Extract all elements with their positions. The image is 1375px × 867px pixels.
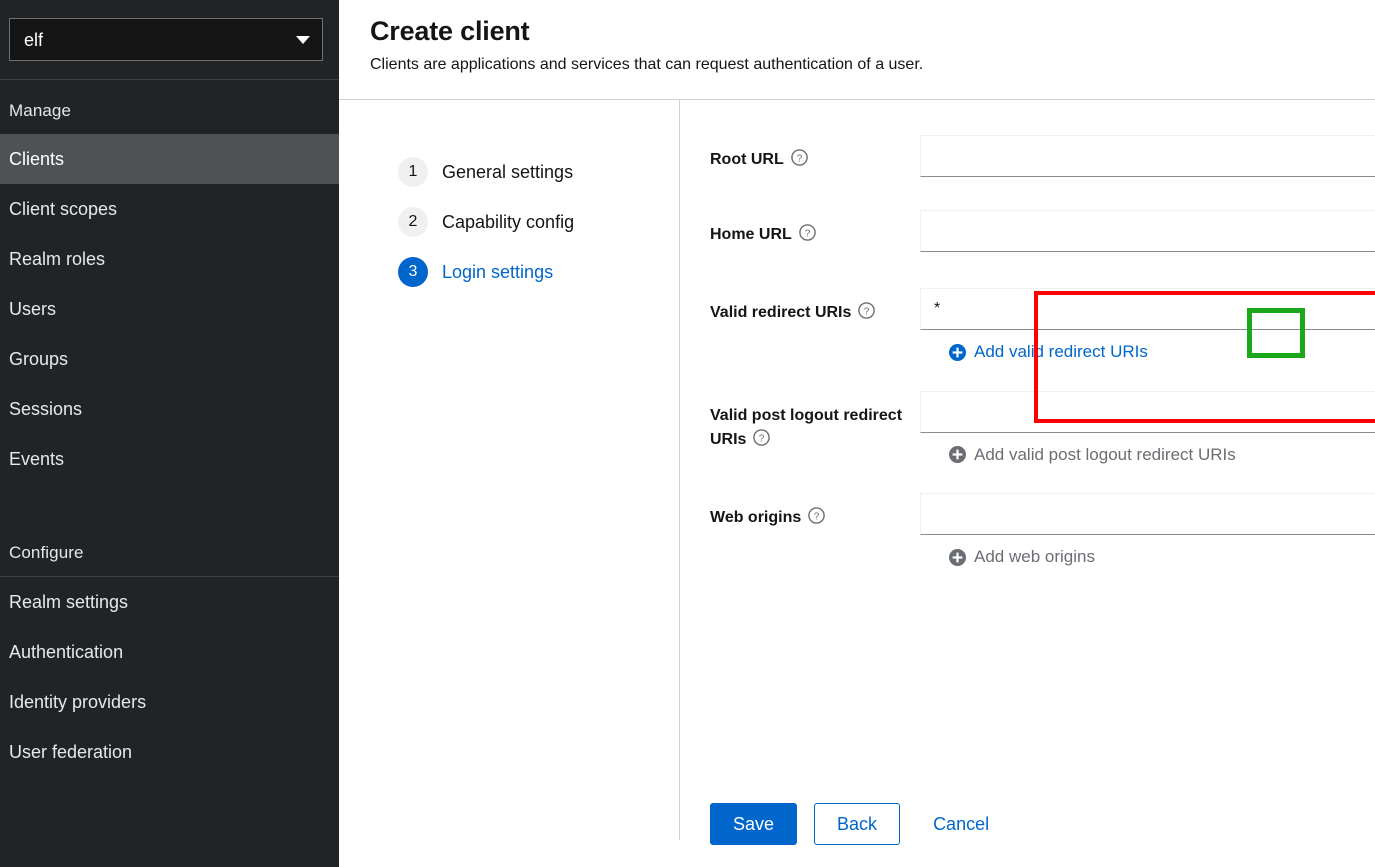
sidebar-item-groups[interactable]: Groups (0, 334, 339, 384)
help-circle-icon[interactable]: ? (798, 224, 816, 241)
sidebar-item-sessions[interactable]: Sessions (0, 384, 339, 434)
step-number: 2 (398, 207, 428, 237)
form-label-cell: Home URL? (710, 210, 920, 252)
plus-circle-icon (949, 548, 966, 566)
form-label-cell: Web origins? (710, 493, 920, 571)
form-row-root-url: Root URL? (680, 135, 1375, 177)
sidebar-item-identity-providers[interactable]: Identity providers (0, 677, 339, 727)
form-field-cell (920, 210, 1375, 252)
sidebar-item-label: Sessions (9, 398, 83, 419)
sidebar-item-label: Events (9, 448, 65, 469)
login-settings-form: Root URL? Home URL? Valid redirect URIs … (680, 100, 1375, 867)
form-label-cell: Root URL? (710, 135, 920, 177)
step-label: Capability config (442, 211, 575, 232)
back-button[interactable]: Back (814, 803, 901, 845)
sidebar-item-label: Clients (9, 148, 65, 169)
sidebar-item-users[interactable]: Users (0, 284, 339, 334)
add-link-label: Add valid redirect URIs (974, 342, 1148, 361)
home-url-label: Home URL (710, 226, 792, 243)
wizard-step-general-settings[interactable]: 1 General settings (339, 147, 679, 197)
sidebar-item-label: Users (9, 298, 57, 319)
sidebar-item-authentication[interactable]: Authentication (0, 627, 339, 677)
create-client-wizard: 1 General settings 2 Capability config 3… (339, 100, 1375, 867)
sidebar-item-user-federation[interactable]: User federation (0, 727, 339, 777)
help-circle-icon[interactable]: ? (790, 149, 808, 166)
sidebar-item-realm-settings[interactable]: Realm settings (0, 577, 339, 627)
sidebar-group-title-configure: Configure (9, 543, 84, 562)
help-circle-icon[interactable]: ? (753, 429, 771, 447)
realm-selector-wrap: elf (0, 0, 339, 61)
valid-redirect-uris-label: Valid redirect URIs (710, 304, 852, 321)
svg-text:?: ? (796, 153, 802, 164)
realm-selector[interactable]: elf (9, 18, 323, 61)
svg-text:?: ? (805, 228, 811, 239)
cancel-button[interactable]: Cancel (923, 803, 999, 845)
sidebar-item-label: Realm roles (9, 248, 106, 269)
plus-circle-icon (949, 343, 966, 361)
add-web-origins-button[interactable]: Add web origins (949, 547, 1095, 567)
form-field-cell: Add valid post logout redirect URIs (920, 390, 1375, 469)
realm-selector-value: elf (24, 29, 44, 50)
main-content: Create client Clients are applications a… (339, 0, 1375, 867)
step-label: Login settings (442, 261, 554, 282)
form-label-cell: Valid post logout redirect URIs? (710, 391, 920, 469)
svg-text:?: ? (864, 306, 870, 317)
sidebar-item-label: User federation (9, 741, 133, 762)
plus-circle-icon (949, 446, 966, 463)
save-button[interactable]: Save (710, 803, 798, 845)
page-title: Create client (370, 16, 530, 46)
web-origins-input[interactable] (920, 493, 1375, 535)
add-valid-post-logout-redirect-uris-button[interactable]: Add valid post logout redirect URIs (949, 445, 1236, 465)
root-url-label: Root URL (710, 151, 784, 168)
sidebar-item-label: Authentication (9, 641, 124, 662)
form-label-cell: Valid redirect URIs? (710, 288, 920, 366)
home-url-input[interactable] (920, 210, 1375, 252)
app-root: elf Manage Clients Client scopes Realm r… (0, 0, 1375, 867)
sidebar-item-label: Groups (9, 348, 69, 369)
form-row-web-origins: Web origins? Add web origins (680, 493, 1375, 571)
sidebar-item-events[interactable]: Events (0, 434, 339, 484)
form-row-valid-redirect-uris: Valid redirect URIs? Add valid redirect … (680, 288, 1375, 366)
valid-post-logout-redirect-uris-label: Valid post logout redirect URIs (710, 406, 903, 449)
sidebar: elf Manage Clients Client scopes Realm r… (0, 0, 339, 867)
valid-post-logout-redirect-uris-input[interactable] (920, 390, 1375, 433)
form-row-home-url: Home URL? (680, 210, 1375, 252)
add-valid-redirect-uris-button[interactable]: Add valid redirect URIs (949, 342, 1148, 362)
root-url-input[interactable] (920, 135, 1375, 177)
chevron-down-icon (296, 35, 310, 44)
sidebar-item-client-scopes[interactable]: Client scopes (0, 184, 339, 234)
svg-text:?: ? (759, 434, 765, 445)
help-circle-icon[interactable]: ? (858, 302, 876, 319)
form-field-cell (920, 135, 1375, 177)
wizard-step-capability-config[interactable]: 2 Capability config (339, 197, 679, 247)
wizard-step-nav: 1 General settings 2 Capability config 3… (339, 100, 680, 840)
sidebar-item-clients[interactable]: Clients (0, 134, 339, 184)
form-row-valid-post-logout-redirect-uris: Valid post logout redirect URIs? Add val… (680, 390, 1375, 469)
sidebar-item-realm-roles[interactable]: Realm roles (0, 234, 339, 284)
add-link-label: Add valid post logout redirect URIs (974, 444, 1236, 464)
valid-redirect-uris-input[interactable] (920, 288, 1375, 330)
wizard-footer-actions: Save Back Cancel (710, 803, 999, 845)
page-subtitle: Clients are applications and services th… (370, 56, 924, 74)
wizard-step-login-settings[interactable]: 3 Login settings (339, 247, 679, 297)
add-link-label: Add web origins (974, 547, 1095, 566)
sidebar-item-label: Client scopes (9, 198, 118, 219)
step-label: General settings (442, 161, 574, 182)
page-header: Create client Clients are applications a… (339, 0, 1375, 100)
form-field-cell: Add web origins (920, 493, 1375, 571)
step-number: 1 (398, 157, 428, 187)
help-circle-icon[interactable]: ? (808, 507, 826, 524)
step-number: 3 (398, 257, 428, 287)
form-field-cell: Add valid redirect URIs (920, 288, 1375, 366)
sidebar-item-label: Identity providers (9, 691, 147, 712)
sidebar-item-label: Realm settings (9, 591, 129, 612)
web-origins-label: Web origins (710, 509, 802, 526)
sidebar-group-title-manage: Manage (9, 101, 72, 120)
svg-text:?: ? (814, 511, 820, 522)
